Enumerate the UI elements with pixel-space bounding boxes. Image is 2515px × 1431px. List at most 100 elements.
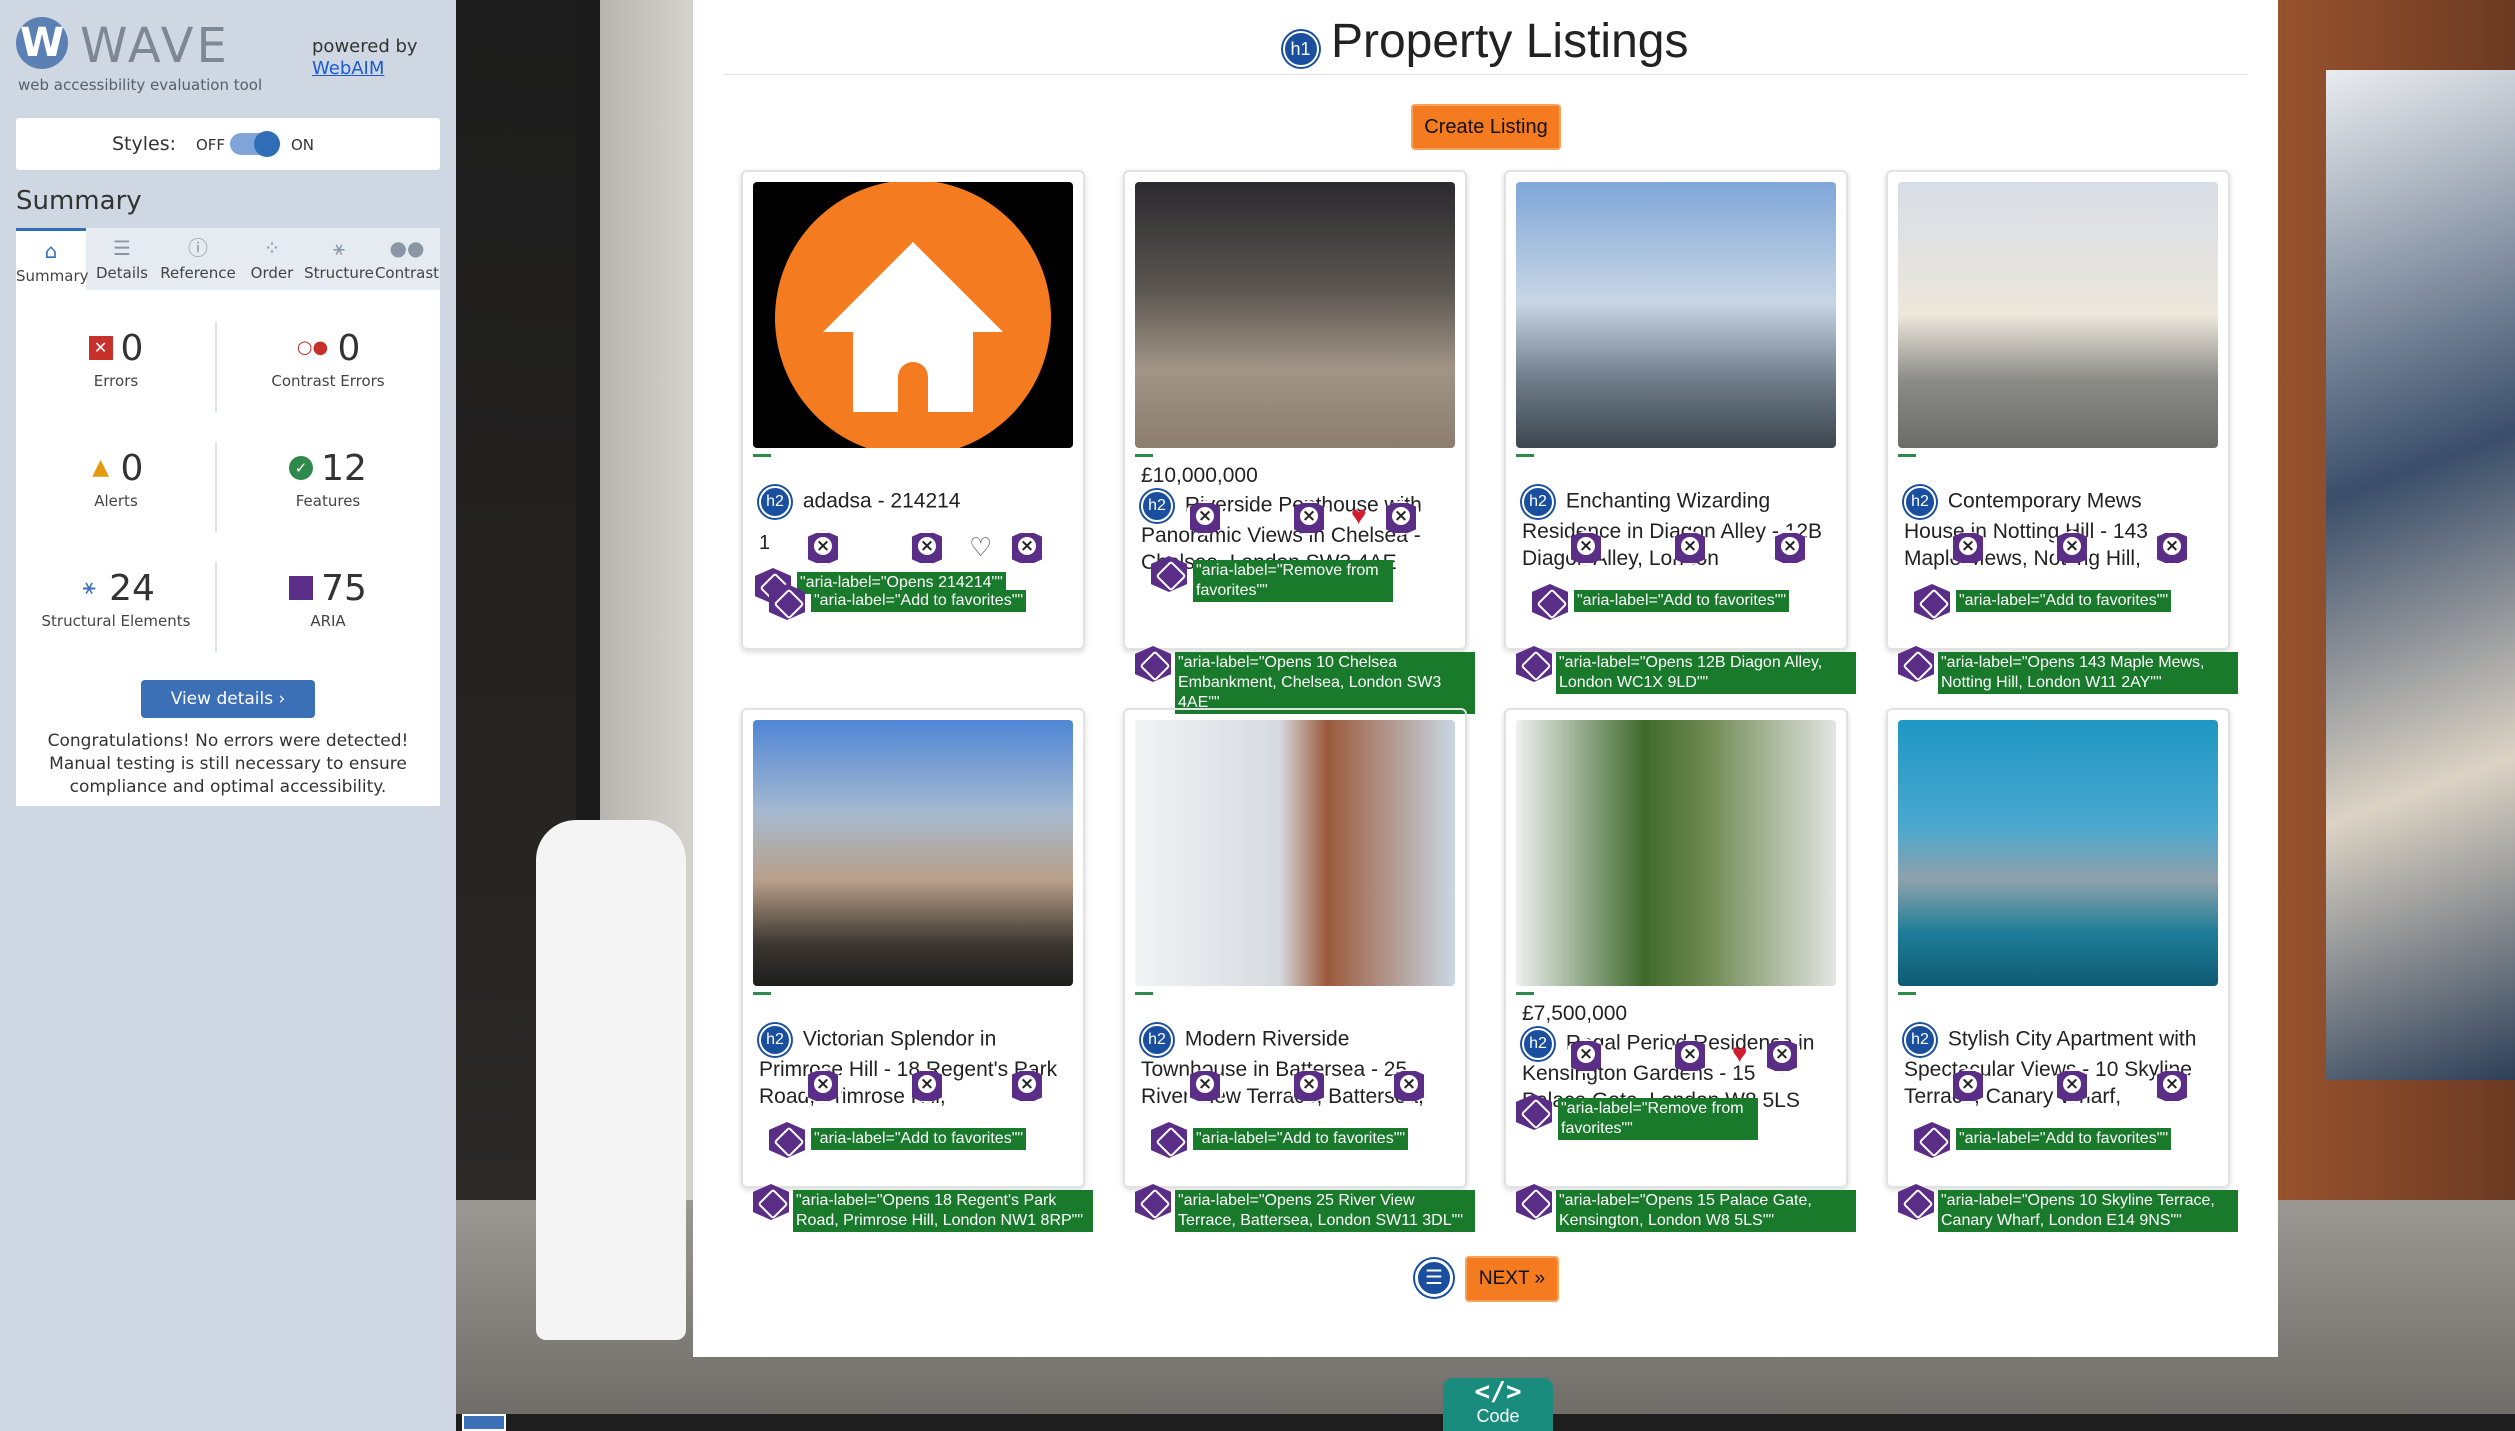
styles-on-label: ON [291,136,315,154]
aria-tag-icon[interactable] [1516,1184,1552,1220]
wall-painting [2326,70,2515,1080]
code-tab-button[interactable]: </> Code [1443,1378,1553,1431]
armchair [536,820,686,1340]
aria-label-favorite: "aria-label="Add to favorites"" [1956,590,2172,612]
tab-reference[interactable]: ⓘ Reference [156,228,240,290]
feature-indicator [753,454,771,457]
stat-contrast-errors[interactable]: ○● 0 Contrast Errors [228,326,428,391]
summary-panel: ✕ 0 Errors ○● 0 Contrast Errors ▲ 0 Alerts … [16,290,440,806]
stat-alerts[interactable]: ▲ 0 Alerts [16,446,216,511]
listing-image[interactable] [1516,720,1836,986]
view-details-button[interactable]: View details › [141,680,315,718]
h2-badge-icon[interactable]: h2 [1904,486,1936,518]
powered-by-text: powered by [312,36,418,57]
aria-label-favorite: "aria-label="Add to favorites"" [1193,1128,1409,1150]
congrats-message: Congratulations! No errors were detected… [47,731,409,797]
stat-value: 0 [120,327,144,369]
h2-badge-icon[interactable]: h2 [1141,1024,1173,1056]
aria-label-favorite: "aria-label="Add to favorites"" [811,590,1027,612]
tab-summary[interactable]: ⌂ Summary [16,228,89,290]
house-roof-icon [823,242,1003,332]
listing-card[interactable]: h2 adadsa - 214214 1 ♡ "aria-label="Open… [741,170,1085,650]
code-icon: </> [1474,1377,1522,1407]
webaim-link[interactable]: WebAIM [312,58,384,79]
listing-title-text: Stylish City Apartment with Spectacular … [1904,1027,2197,1108]
stat-label: Contrast Errors [271,372,385,390]
aria-tag-icon[interactable] [753,1184,789,1220]
stat-value: 24 [109,567,155,609]
stat-aria[interactable]: 75 ARIA [228,566,428,630]
favorite-heart-icon[interactable]: ♡ [969,532,992,563]
listing-card[interactable]: £10,000,000 h2 Riverside Penthouse with … [1123,170,1475,714]
listing-image[interactable] [1898,720,2218,986]
styles-toggle-knob[interactable] [254,131,280,157]
h2-badge-icon[interactable]: h2 [759,1024,791,1056]
favorite-heart-icon[interactable]: ♥ [1732,1038,1747,1069]
feature-icon: ✓ [289,456,314,480]
h2-badge-icon[interactable]: h2 [1522,486,1554,518]
listing-image[interactable] [1516,182,1836,448]
listing-image[interactable] [1135,182,1455,448]
stat-divider [215,322,217,412]
tab-details[interactable]: ☰ Details [88,228,156,290]
feature-indicator [1135,992,1153,995]
h2-badge-icon[interactable]: h2 [1522,1028,1554,1060]
listing-card[interactable]: £7,500,000 h2 Regal Period Residence in … [1504,708,1856,1232]
aria-label-open: "aria-label="Opens 25 River View Terrace… [1175,1190,1475,1232]
bottom-chip-icon [462,1414,506,1431]
listings-panel: h1 Property Listings Create Listing h2 a… [693,0,2278,1357]
aria-label-favorite: "aria-label="Remove from favorites"" [1193,560,1393,602]
feature-indicator [1516,992,1534,995]
listing-card[interactable]: h2 Victorian Splendor in Primrose Hill -… [741,708,1093,1232]
stat-label: Structural Elements [41,612,191,630]
feature-indicator [1898,992,1916,995]
h2-badge-icon[interactable]: h2 [1141,490,1173,522]
feature-indicator [1898,454,1916,457]
aria-label-favorite: "aria-label="Add to favorites"" [1956,1128,2172,1150]
stat-value: 0 [120,447,144,489]
aria-tag-icon[interactable] [1516,646,1552,682]
stat-divider [215,442,217,532]
listing-card[interactable]: h2 Stylish City Apartment with Spectacul… [1886,708,2238,1232]
listing-card[interactable]: h2 Enchanting Wizarding Residence in Dia… [1504,170,1856,694]
stat-features[interactable]: ✓ 12 Features [228,446,428,510]
styles-off-label: OFF [196,136,226,154]
aria-tag-icon[interactable] [1135,646,1171,682]
h2-badge-icon[interactable]: h2 [759,486,791,518]
aria-tag-icon[interactable] [1135,1184,1171,1220]
h1-badge-icon[interactable]: h1 [1282,30,1319,67]
list-icon[interactable]: ☰ [1415,1259,1453,1297]
page-title: Property Listings [1330,15,1689,68]
tab-contrast[interactable]: ●● Contrast [374,228,440,290]
listing-image[interactable] [753,720,1073,986]
h2-badge-icon[interactable]: h2 [1904,1024,1936,1056]
aria-label-open: "aria-label="Opens 18 Regent's Park Road… [793,1190,1093,1232]
aria-tag-icon[interactable] [1898,646,1934,682]
alert-icon: ▲ [92,455,109,480]
listing-title-text: adadsa - 214214 [802,489,961,513]
listing-image[interactable] [1898,182,2218,448]
favorite-heart-icon[interactable]: ♥ [1351,500,1366,531]
aria-label-open: "aria-label="Opens 15 Palace Gate, Kensi… [1556,1190,1856,1232]
create-listing-button[interactable]: Create Listing [1411,104,1561,150]
stat-value: 75 [321,567,367,609]
stat-label: Features [295,492,361,510]
stat-errors[interactable]: ✕ 0 Errors [16,326,216,390]
listing-image[interactable] [1135,720,1455,986]
aria-label-favorite: "aria-label="Add to favorites"" [1574,590,1790,612]
stat-structural[interactable]: ⚹ 24 Structural Elements [16,566,216,631]
tab-order[interactable]: ⁘ Order [240,228,304,290]
tab-label: Details [95,264,148,282]
contrast-icon: ●● [389,236,425,260]
listing-card[interactable]: h2 Modern Riverside Townhouse in Batters… [1123,708,1475,1232]
wave-tagline: web accessibility evaluation tool [18,76,263,94]
next-page-button[interactable]: NEXT » [1465,1256,1559,1302]
listing-title[interactable]: h2 adadsa - 214214 [759,486,1059,518]
listing-image[interactable] [753,182,1073,448]
tab-structure[interactable]: ⚹ Structure [304,228,374,290]
aria-label-open: "aria-label="Opens 143 Maple Mews, Notti… [1938,652,2238,694]
stat-label: Errors [93,372,139,390]
listing-card[interactable]: h2 Contemporary Mews House in Notting Hi… [1886,170,2238,694]
aria-label-favorite: "aria-label="Remove from favorites"" [1558,1098,1758,1140]
aria-tag-icon[interactable] [1898,1184,1934,1220]
